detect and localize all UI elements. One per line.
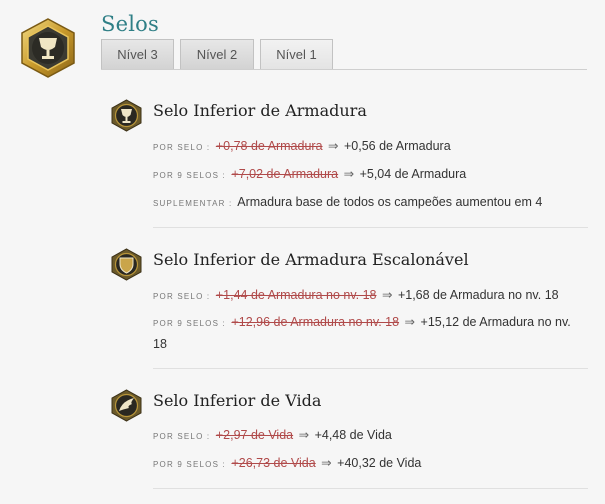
tab-nivel-3[interactable]: Nível 3 xyxy=(101,39,174,69)
new-value: +40,32 de Vida xyxy=(337,456,422,470)
old-value: +2,97 de Vida xyxy=(215,428,294,442)
stat-label: POR 9 SELOS : xyxy=(153,460,226,469)
old-value: +12,96 de Armadura no nv. 18 xyxy=(231,315,400,329)
item-divider xyxy=(153,368,588,369)
seal-title: Selo Inferior de Armadura xyxy=(153,101,367,120)
new-value: +4,48 de Vida xyxy=(314,428,392,442)
new-value: +5,04 de Armadura xyxy=(359,167,467,181)
old-value: +7,02 de Armadura xyxy=(231,167,339,181)
new-value: +0,56 de Armadura xyxy=(343,139,451,153)
tab-nivel-2[interactable]: Nível 2 xyxy=(180,39,254,69)
arrow-icon: ⇒ xyxy=(328,139,339,153)
stat-row: POR SELO : +0,78 de Armadura ⇒ +0,56 de … xyxy=(153,136,451,158)
stat-row: SUPLEMENTAR : Armadura base de todos os … xyxy=(153,192,542,214)
seal-title: Selo Inferior de Vida xyxy=(153,391,322,410)
stat-label: POR SELO : xyxy=(153,143,211,152)
stat-label: POR 9 SELOS : xyxy=(153,171,226,180)
supplement-text: Armadura base de todos os campeões aumen… xyxy=(237,195,543,209)
stat-label: SUPLEMENTAR : xyxy=(153,199,233,208)
old-value: +0,78 de Armadura xyxy=(215,139,323,153)
new-value: +1,68 de Armadura no nv. 18 xyxy=(397,288,559,302)
arrow-icon: ⇒ xyxy=(404,315,416,329)
tab-nivel-1[interactable]: Nível 1 xyxy=(260,39,333,69)
seal-title: Selo Inferior de Armadura Escalonável xyxy=(153,250,469,269)
stat-row: POR 9 SELOS : +7,02 de Armadura ⇒ +5,04 … xyxy=(153,164,466,186)
seal-category-icon xyxy=(17,17,79,79)
arrow-icon: ⇒ xyxy=(321,456,332,470)
page-title: Selos xyxy=(101,12,159,36)
arrow-icon: ⇒ xyxy=(381,288,393,302)
stat-row: POR 9 SELOS : +26,73 de Vida ⇒ +40,32 de… xyxy=(153,453,421,475)
old-value: +1,44 de Armadura no nv. 18 xyxy=(215,288,377,302)
stat-row: POR SELO : +2,97 de Vida ⇒ +4,48 de Vida xyxy=(153,425,392,447)
stat-label: POR 9 SELOS : xyxy=(153,319,226,328)
stat-row: POR SELO : +1,44 de Armadura no nv. 18 ⇒… xyxy=(153,285,559,307)
tier-tabs: Nível 3 Nível 2 Nível 1 xyxy=(101,39,333,69)
arrow-icon: ⇒ xyxy=(298,428,310,442)
shield-rune-icon xyxy=(110,248,143,281)
stat-label: POR SELO : xyxy=(153,292,211,301)
item-divider xyxy=(153,488,588,489)
stat-label: POR SELO : xyxy=(153,432,211,441)
arrow-icon: ⇒ xyxy=(343,167,355,181)
wing-rune-icon xyxy=(110,389,143,422)
item-divider xyxy=(153,227,588,228)
tab-divider xyxy=(101,69,587,70)
old-value: +26,73 de Vida xyxy=(231,456,316,470)
goblet-rune-icon xyxy=(110,99,143,132)
stat-row: POR 9 SELOS : +12,96 de Armadura no nv. … xyxy=(153,312,583,355)
